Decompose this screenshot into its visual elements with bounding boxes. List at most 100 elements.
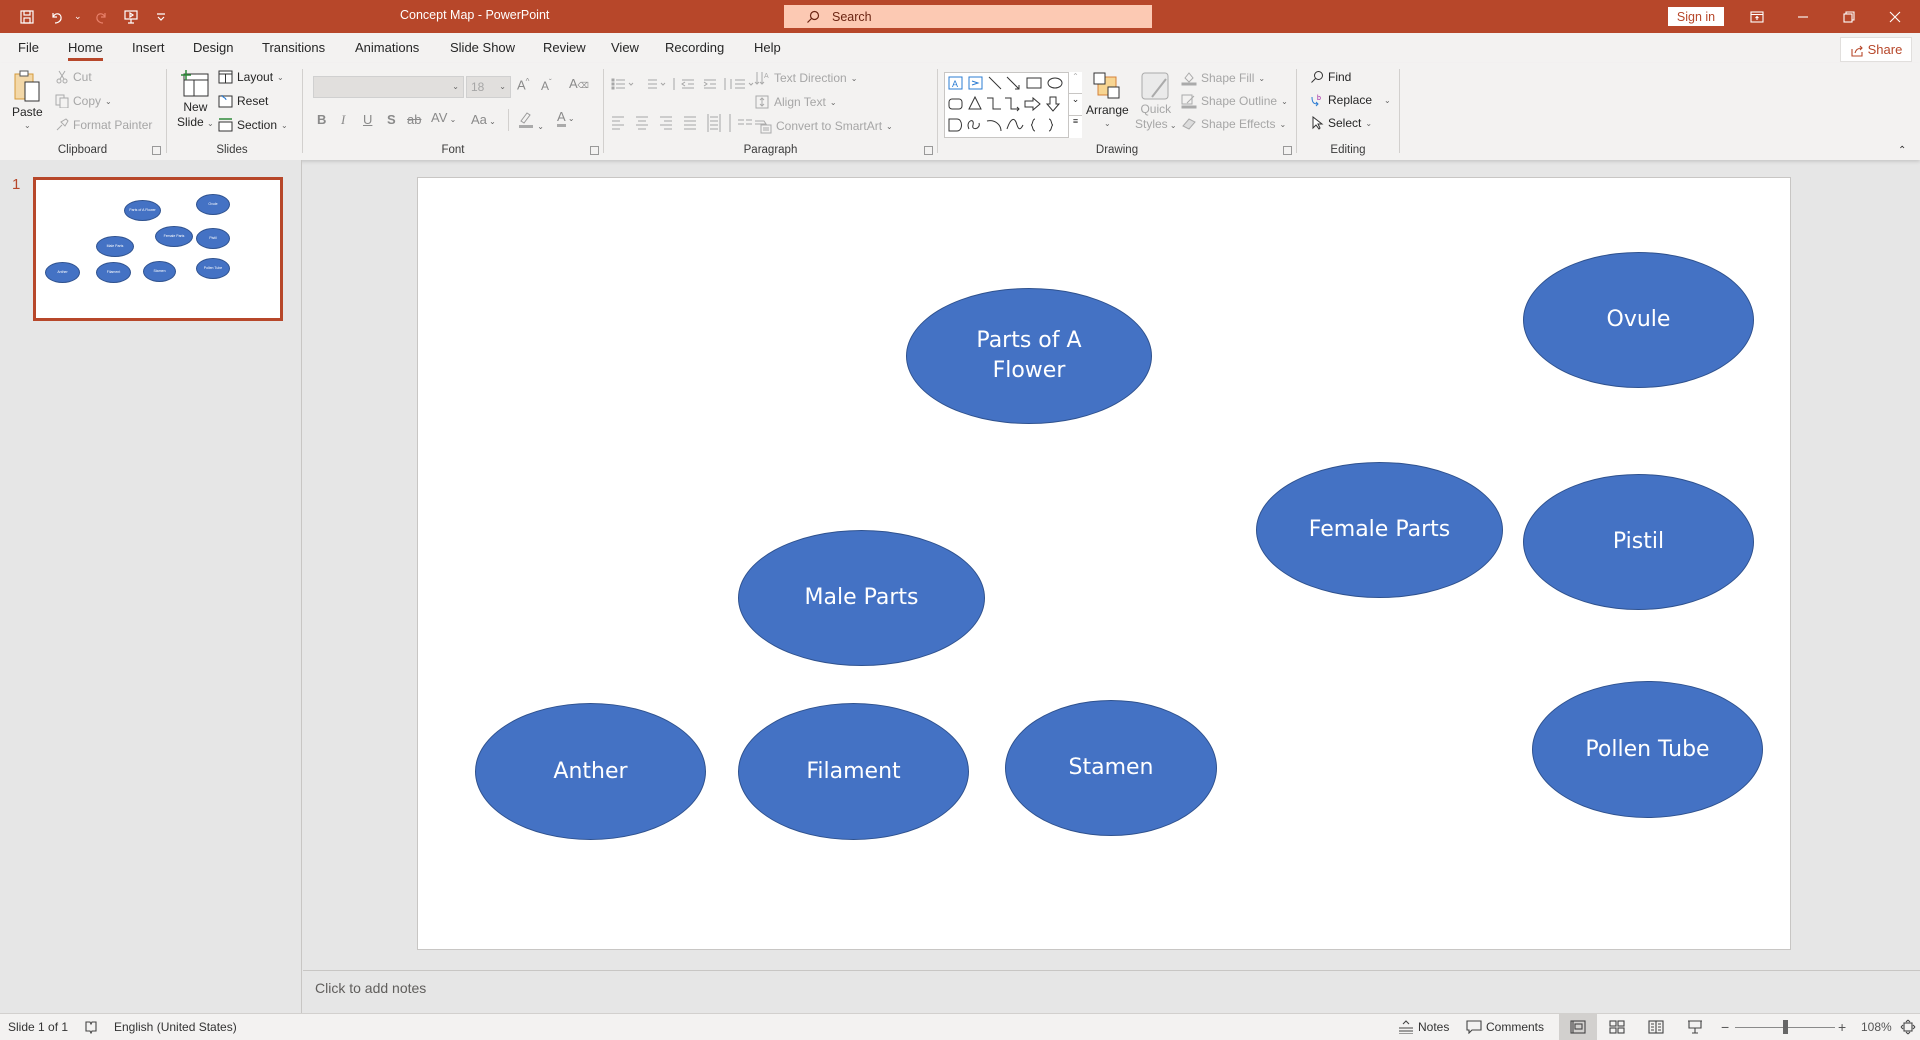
down-arrow-shape-icon: [1045, 96, 1061, 112]
tab-design[interactable]: Design: [193, 40, 233, 55]
slide-sorter-button[interactable]: [1598, 1014, 1636, 1040]
change-case-button[interactable]: Aa ⌄: [471, 112, 496, 127]
language-indicator[interactable]: English (United States): [114, 1014, 237, 1040]
paste-button[interactable]: Paste ⌄: [12, 69, 43, 130]
shape-female-parts[interactable]: Female Parts: [1256, 462, 1503, 598]
font-launcher-icon[interactable]: [590, 146, 599, 155]
copy-button[interactable]: Copy ⌄: [55, 94, 112, 108]
new-slide-button[interactable]: New Slide ⌄: [177, 69, 214, 129]
text-box-shape-icon: A: [948, 76, 963, 90]
collapse-ribbon-icon[interactable]: ⌃: [1898, 145, 1906, 156]
find-button[interactable]: Find: [1310, 70, 1351, 84]
notes-pane[interactable]: Click to add notes: [303, 970, 1920, 1013]
gallery-up-icon[interactable]: ⌃: [1069, 72, 1082, 94]
tab-recording[interactable]: Recording: [665, 40, 724, 55]
slide-thumbnail[interactable]: Parts of A Flower Ovule Female Parts Pis…: [33, 177, 283, 321]
drawing-launcher-icon[interactable]: [1283, 146, 1292, 155]
fit-to-window-button[interactable]: [1900, 1014, 1916, 1040]
undo-button[interactable]: [44, 4, 70, 30]
select-button[interactable]: Select ⌄: [1310, 116, 1372, 130]
search-box[interactable]: Search: [784, 5, 1152, 28]
align-text-button[interactable]: Align Text ⌄: [754, 94, 837, 110]
shape-parts-of-a-flower[interactable]: Parts of A Flower: [906, 288, 1152, 424]
tab-view[interactable]: View: [611, 40, 639, 55]
decrease-font-size-button[interactable]: Aˇ: [541, 78, 552, 93]
slide-canvas[interactable]: Parts of A Flower Ovule Female Parts Pist…: [417, 177, 1791, 950]
minimize-button[interactable]: [1780, 0, 1826, 33]
clear-formatting-button[interactable]: A⌫: [569, 76, 589, 91]
format-painter-button[interactable]: Format Painter: [55, 118, 152, 132]
customize-qat-button[interactable]: [148, 4, 174, 30]
text-direction-button[interactable]: A Text Direction ⌄: [754, 70, 857, 86]
tab-animations[interactable]: Animations: [355, 40, 419, 55]
shape-male-parts[interactable]: Male Parts: [738, 530, 985, 666]
character-spacing-button[interactable]: AV ⌄: [431, 110, 456, 125]
undo-dropdown-icon[interactable]: ⌄: [74, 11, 84, 22]
shape-anther[interactable]: Anther: [475, 703, 706, 840]
italic-button[interactable]: I: [341, 112, 345, 128]
gallery-more-icon[interactable]: ≡: [1069, 116, 1082, 136]
normal-view-button[interactable]: [1559, 1014, 1597, 1040]
tab-help[interactable]: Help: [754, 40, 781, 55]
font-name-select[interactable]: ⌄: [313, 76, 464, 98]
reading-view-button[interactable]: [1637, 1014, 1675, 1040]
save-button[interactable]: [14, 4, 40, 30]
tab-file[interactable]: File: [18, 40, 39, 55]
tab-insert[interactable]: Insert: [132, 40, 165, 55]
paintbrush-icon: [56, 118, 69, 131]
bold-button[interactable]: B: [317, 112, 326, 127]
sign-in-button[interactable]: Sign in: [1668, 7, 1724, 26]
tab-slide-show[interactable]: Slide Show: [450, 40, 515, 55]
notes-toggle-button[interactable]: Notes: [1398, 1014, 1449, 1040]
start-from-beginning-button[interactable]: [118, 4, 144, 30]
shape-stamen[interactable]: Stamen: [1005, 700, 1217, 836]
zoom-level[interactable]: 108%: [1861, 1014, 1892, 1040]
zoom-out-button[interactable]: −: [1721, 1014, 1729, 1040]
reset-button[interactable]: Reset: [218, 94, 268, 108]
ribbon-display-options-button[interactable]: [1734, 0, 1780, 33]
underline-button[interactable]: U: [363, 112, 372, 127]
gallery-down-icon[interactable]: ⌄: [1069, 94, 1082, 116]
shape-filament[interactable]: Filament: [738, 703, 969, 840]
convert-smartart-button[interactable]: Convert to SmartArt ⌄: [754, 118, 893, 134]
shape-pollen-tube[interactable]: Pollen Tube: [1532, 681, 1763, 818]
restore-button[interactable]: [1826, 0, 1872, 33]
clipboard-launcher-icon[interactable]: [152, 146, 161, 155]
replace-icon: b: [1311, 95, 1321, 107]
increase-font-size-button[interactable]: A^: [517, 77, 529, 92]
shapes-gallery-scroll[interactable]: ⌃ ⌄ ≡: [1068, 72, 1082, 138]
close-button[interactable]: [1872, 0, 1918, 33]
arrange-button[interactable]: Arrange ⌄: [1086, 71, 1129, 128]
zoom-in-button[interactable]: +: [1838, 1014, 1846, 1040]
layout-button[interactable]: Layout ⌄: [218, 70, 284, 84]
shape-outline-button[interactable]: Shape Outline ⌄: [1181, 93, 1288, 109]
shape-effects-button[interactable]: Shape Effects ⌄: [1181, 116, 1286, 132]
shape-ovule[interactable]: Ovule: [1523, 252, 1754, 388]
tab-transitions[interactable]: Transitions: [262, 40, 325, 55]
shapes-gallery[interactable]: A: [944, 72, 1082, 138]
shape-fill-button[interactable]: Shape Fill ⌄: [1181, 70, 1265, 86]
text-shadow-button[interactable]: S: [387, 112, 396, 127]
zoom-slider-thumb[interactable]: [1783, 1020, 1788, 1034]
select-label: Select: [1328, 116, 1362, 130]
share-button[interactable]: Share: [1840, 37, 1912, 62]
highlight-color-button[interactable]: ⌄: [517, 109, 544, 132]
comments-button[interactable]: Comments: [1466, 1014, 1544, 1040]
copy-icon: [55, 94, 69, 108]
paragraph-launcher-icon[interactable]: [924, 146, 933, 155]
font-size-select[interactable]: 18 ⌄: [466, 76, 511, 98]
spelling-check-button[interactable]: [84, 1014, 98, 1040]
tab-home[interactable]: Home: [68, 40, 103, 61]
slide-show-button[interactable]: [1676, 1014, 1714, 1040]
quick-styles-button[interactable]: Quick Styles ⌄: [1135, 71, 1177, 131]
font-color-button[interactable]: A ⌄: [557, 109, 575, 127]
font-color-icon: A: [557, 110, 566, 127]
replace-button[interactable]: b Replace ⌄: [1310, 93, 1391, 107]
tab-review[interactable]: Review: [543, 40, 586, 55]
shape-pistil[interactable]: Pistil: [1523, 474, 1754, 610]
strikethrough-button[interactable]: ab: [407, 112, 421, 127]
redo-button[interactable]: [88, 4, 114, 30]
section-button[interactable]: Section ⌄: [218, 118, 288, 132]
customize-icon: [157, 12, 165, 21]
cut-button[interactable]: Cut: [55, 70, 92, 84]
